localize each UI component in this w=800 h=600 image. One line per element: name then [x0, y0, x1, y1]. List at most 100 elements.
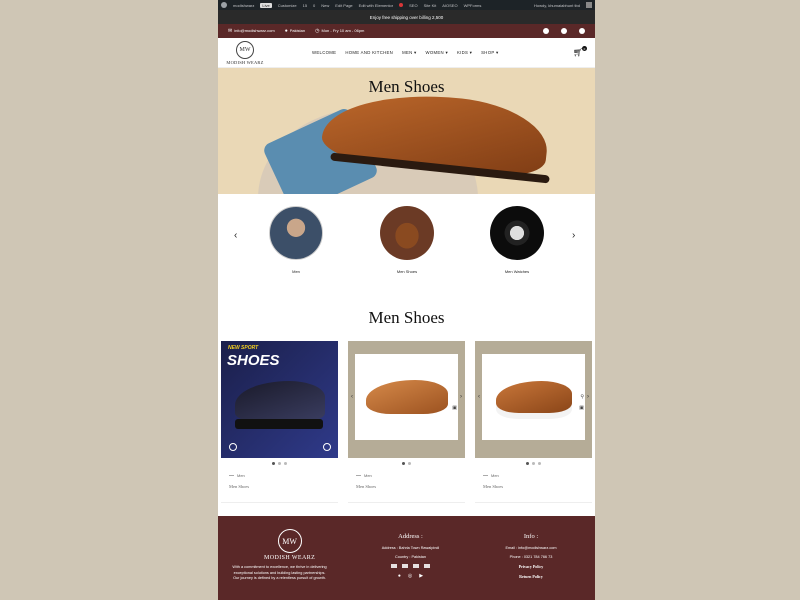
- footer-logo[interactable]: MW MODISH WEARZ: [264, 529, 315, 561]
- youtube-icon[interactable]: [579, 28, 585, 34]
- payment-card-icon: [413, 564, 419, 568]
- admin-howdy-link[interactable]: Howdy, khumaiabhunt tbd: [534, 3, 580, 8]
- address-heading: Address :: [398, 533, 423, 540]
- nav-item-home-and-kitchen[interactable]: HOME AND KITCHEN: [345, 50, 393, 56]
- image-pagination: [221, 462, 338, 465]
- product-category[interactable]: Men: [356, 473, 372, 478]
- admin-seo-link[interactable]: SEO: [409, 3, 417, 8]
- location-icon: ●: [284, 28, 288, 34]
- admin-aioseo-link[interactable]: AIOSEO: [442, 3, 457, 8]
- admin-site-link[interactable]: modishwarz: [233, 3, 254, 8]
- cart-button[interactable]: 🛒︎ 0: [573, 46, 587, 57]
- pagination-dot[interactable]: [538, 462, 541, 465]
- nav-item-label: WOMEN: [425, 49, 444, 55]
- admin-wpforms-link[interactable]: WPForms: [464, 3, 482, 8]
- product-name[interactable]: Men Shoes: [483, 484, 503, 489]
- privacy-policy-link[interactable]: Privacy Policy: [486, 564, 576, 569]
- image-next-arrow[interactable]: ›: [460, 394, 462, 400]
- search-icon[interactable]: ⚲: [580, 394, 584, 400]
- admin-customize-link[interactable]: Customize: [278, 3, 297, 8]
- product-image[interactable]: ‹ › ⚲ ▣: [475, 341, 592, 458]
- image-next-arrow[interactable]: ›: [587, 394, 589, 400]
- chevron-down-icon: ▾: [495, 49, 499, 55]
- mail-icon: ✉: [228, 28, 233, 34]
- category-men-shoes-label[interactable]: Men Shoes: [372, 269, 442, 274]
- category-men-image[interactable]: [269, 206, 323, 260]
- product-image[interactable]: NEW SPORT SHOES: [221, 341, 338, 458]
- clock-icon: ◷: [315, 28, 320, 34]
- image-prev-arrow[interactable]: ‹: [351, 394, 353, 400]
- product-category[interactable]: Men: [483, 473, 499, 478]
- chevron-down-icon: ▾: [414, 49, 417, 55]
- email-info[interactable]: ✉ info@modishwarz.com: [228, 28, 275, 34]
- admin-elementor-link[interactable]: Edit with Elementor: [359, 3, 393, 8]
- pagination-dot[interactable]: [408, 462, 411, 465]
- nav-menu: WELCOME HOME AND KITCHEN MEN ▾ WOMEN ▾ K…: [312, 50, 498, 56]
- country-info: ● Pakistan: [285, 28, 305, 34]
- sport-shoe-sole: [235, 419, 323, 429]
- product-name[interactable]: Men Shoes: [229, 484, 249, 489]
- section-title: Men Shoes: [368, 308, 445, 327]
- admin-sitekit-link[interactable]: Site Kit: [424, 3, 437, 8]
- email-text: info@modishwarz.com: [234, 28, 275, 33]
- product-card[interactable]: ‹ › ⚲ ▣ Men Men Shoes: [475, 341, 592, 503]
- admin-new-link[interactable]: New: [321, 3, 329, 8]
- product-card[interactable]: NEW SPORT SHOES Men Men Shoes: [221, 341, 338, 503]
- product-name[interactable]: Men Shoes: [356, 484, 376, 489]
- footer-phone[interactable]: Phone : 0321 784 766 73: [486, 555, 576, 559]
- pagination-dot[interactable]: [272, 462, 275, 465]
- nav-item-label: MEN: [402, 49, 413, 55]
- youtube-icon[interactable]: ▶: [419, 573, 423, 579]
- logo-text: MODISH WEARZ: [226, 59, 264, 65]
- pagination-dot[interactable]: [278, 462, 281, 465]
- wordpress-icon[interactable]: [221, 2, 227, 8]
- bag-icon[interactable]: ▣: [579, 405, 584, 411]
- payment-icons: [368, 564, 453, 568]
- product-image[interactable]: ‹ › ▣: [348, 341, 465, 458]
- admin-updates-link[interactable]: 15: [303, 3, 307, 8]
- pagination-dot[interactable]: [526, 462, 529, 465]
- nav-item-shop[interactable]: SHOP ▾: [481, 50, 498, 56]
- hours-info: ◷ Mon - Fry 10 am - 06pm: [315, 28, 364, 34]
- chevron-down-icon: ▾: [469, 49, 473, 55]
- instagram-icon[interactable]: [561, 28, 567, 34]
- nav-item-men[interactable]: MEN ▾: [402, 50, 416, 56]
- carousel-next-arrow[interactable]: ›: [572, 230, 575, 241]
- pagination-dot[interactable]: [532, 462, 535, 465]
- category-men-watches-label[interactable]: Men Watches: [482, 269, 552, 274]
- category-men-shoes-image[interactable]: [380, 206, 434, 260]
- sandal-shoe-image: [365, 380, 448, 414]
- carousel-prev-arrow[interactable]: ‹: [234, 230, 237, 241]
- slider-dot-icon[interactable]: [323, 443, 331, 451]
- cart-count: 0: [582, 46, 587, 51]
- category-men-watches-image[interactable]: [490, 206, 544, 260]
- nav-item-women[interactable]: WOMEN ▾: [426, 50, 448, 56]
- loafer-shoe-image: [495, 381, 572, 413]
- facebook-icon[interactable]: ●: [398, 573, 401, 579]
- category-men-label[interactable]: Men: [261, 269, 331, 274]
- payment-card-icon: [424, 564, 430, 568]
- pagination-dot[interactable]: [402, 462, 405, 465]
- avatar[interactable]: [586, 2, 592, 8]
- image-prev-arrow[interactable]: ‹: [478, 394, 480, 400]
- product-card[interactable]: ‹ › ▣ Men Men Shoes: [348, 341, 465, 503]
- country-text: Pakistan: [289, 28, 306, 33]
- live-badge: Live: [260, 2, 272, 8]
- pagination-dot[interactable]: [284, 462, 287, 465]
- logo-mark: MW: [236, 40, 254, 59]
- facebook-icon[interactable]: [543, 28, 549, 34]
- instagram-icon[interactable]: ◎: [408, 573, 412, 579]
- nav-item-kids[interactable]: KIDS ▾: [457, 50, 472, 56]
- slider-dot-icon[interactable]: [229, 443, 237, 451]
- nav-item-welcome[interactable]: WELCOME: [312, 50, 336, 56]
- admin-comments-link[interactable]: 0: [313, 3, 315, 8]
- footer-info-column: Info : Email : info@modishwarz.com Phone…: [486, 533, 576, 584]
- footer-about: With a commitment to excellence, we thri…: [232, 565, 327, 581]
- return-policy-link[interactable]: Return Policy: [486, 574, 576, 579]
- bag-icon[interactable]: ▣: [452, 405, 457, 411]
- footer-email[interactable]: Email : info@modishwarz.com: [486, 546, 576, 550]
- site-footer: MW MODISH WEARZ With a commitment to exc…: [218, 516, 595, 600]
- site-logo[interactable]: MW MODISH WEARZ: [226, 40, 264, 65]
- product-category[interactable]: Men: [229, 473, 245, 478]
- admin-edit-page-link[interactable]: Edit Page: [335, 3, 352, 8]
